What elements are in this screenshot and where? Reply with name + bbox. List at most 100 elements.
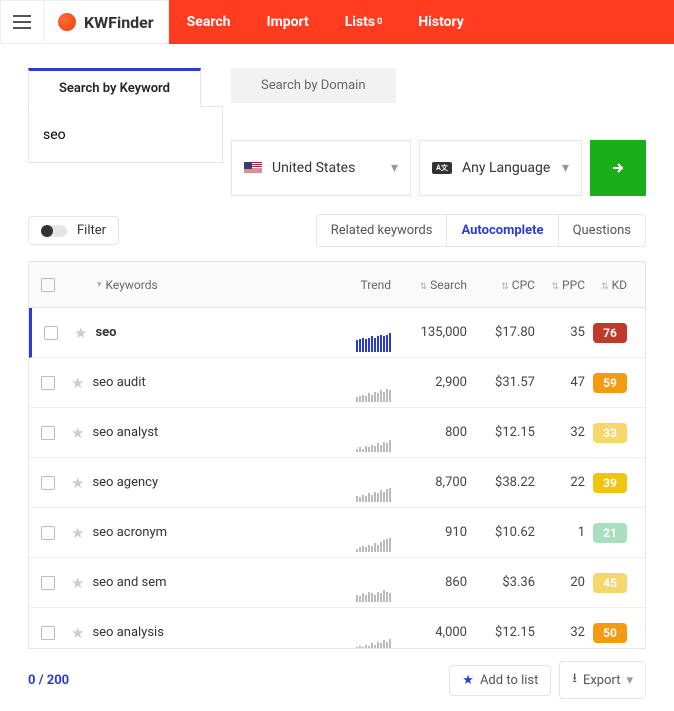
- table-row[interactable]: ★ seo 135,000 $17.80 35 76: [29, 308, 645, 358]
- kd-badge: 76: [593, 323, 627, 343]
- ppc-value: 1: [535, 525, 585, 540]
- pill-related[interactable]: Related keywords: [317, 215, 448, 246]
- kd-badge: 59: [593, 373, 627, 393]
- language-value: Any Language: [462, 160, 550, 176]
- trend-sparkline: [331, 580, 391, 602]
- col-cpc[interactable]: ⇅ CPC: [467, 278, 535, 292]
- star-icon[interactable]: ★: [71, 574, 84, 592]
- trend-sparkline: [331, 330, 391, 352]
- table-row[interactable]: ★ seo analysis 4,000 $12.15 32 50: [29, 608, 645, 648]
- kd-badge: 50: [593, 623, 627, 643]
- star-icon[interactable]: ★: [71, 524, 84, 542]
- trend-sparkline: [331, 530, 391, 552]
- kd-badge: 39: [593, 473, 627, 493]
- pill-questions[interactable]: Questions: [559, 215, 645, 246]
- ppc-value: 22: [535, 475, 585, 490]
- search-volume: 800: [391, 425, 467, 440]
- kd-badge: 33: [593, 423, 627, 443]
- location-select[interactable]: United States ▾: [231, 140, 411, 196]
- row-checkbox[interactable]: [41, 526, 55, 540]
- col-kd[interactable]: ⇅ KD: [585, 278, 645, 292]
- sort-icon: ⇅: [501, 282, 509, 292]
- results-table: ▾Keywords Trend ⇅ Search ⇅ CPC ⇅ PPC ⇅ K…: [28, 261, 646, 649]
- kd-badge: 21: [593, 523, 627, 543]
- star-icon[interactable]: ★: [71, 374, 84, 392]
- keyword-cell: seo audit: [84, 375, 331, 390]
- sort-icon: ⇅: [420, 282, 428, 292]
- add-to-list-button[interactable]: ★ Add to list: [449, 665, 551, 696]
- cpc-value: $10.62: [467, 525, 535, 540]
- ppc-value: 47: [535, 375, 585, 390]
- search-volume: 4,000: [391, 625, 467, 640]
- keyword-cell: seo analysis: [84, 625, 331, 640]
- col-trend[interactable]: Trend: [331, 278, 391, 292]
- star-icon[interactable]: ★: [74, 324, 87, 342]
- hamburger-icon: [13, 15, 31, 29]
- cpc-value: $3.36: [467, 575, 535, 590]
- menu-icon[interactable]: [0, 0, 44, 44]
- nav-import[interactable]: Import: [248, 0, 326, 44]
- search-volume: 135,000: [391, 325, 467, 340]
- ppc-value: 35: [535, 325, 585, 340]
- cpc-value: $12.15: [467, 425, 535, 440]
- row-checkbox[interactable]: [41, 626, 55, 640]
- brand-logo-icon: [58, 13, 76, 31]
- location-value: United States: [272, 160, 355, 176]
- cpc-value: $31.57: [467, 375, 535, 390]
- pill-autocomplete[interactable]: Autocomplete: [447, 215, 558, 246]
- trend-sparkline: [331, 430, 391, 452]
- col-ppc[interactable]: ⇅ PPC: [535, 278, 585, 292]
- keyword-cell: seo agency: [84, 475, 331, 490]
- keyword-cell: seo: [87, 325, 331, 340]
- trend-sparkline: [331, 380, 391, 402]
- kd-badge: 45: [593, 573, 627, 593]
- tab-search-keyword[interactable]: Search by Keyword: [28, 68, 201, 107]
- export-button[interactable]: ⭳ Export ▾: [559, 661, 646, 699]
- col-search[interactable]: ⇅ Search: [391, 278, 467, 292]
- table-row[interactable]: ★ seo and sem 860 $3.36 20 45: [29, 558, 645, 608]
- search-volume: 910: [391, 525, 467, 540]
- nav-lists[interactable]: Lists0: [327, 0, 401, 44]
- table-row[interactable]: ★ seo analyst 800 $12.15 32 33: [29, 408, 645, 458]
- row-checkbox[interactable]: [44, 326, 58, 340]
- nav-history[interactable]: History: [400, 0, 482, 44]
- row-checkbox[interactable]: [41, 576, 55, 590]
- language-icon: A文: [432, 162, 452, 174]
- selection-count: 0 / 200: [28, 673, 69, 688]
- star-icon[interactable]: ★: [71, 474, 84, 492]
- keyword-cell: seo acronym: [84, 525, 331, 540]
- filter-label: Filter: [77, 223, 106, 238]
- ppc-value: 20: [535, 575, 585, 590]
- language-select[interactable]: A文 Any Language ▾: [419, 140, 582, 196]
- toggle-icon: [41, 225, 67, 237]
- sort-icon: ⇅: [601, 282, 609, 292]
- sort-icon: ⇅: [552, 282, 560, 292]
- brand[interactable]: KWFinder: [44, 0, 169, 44]
- search-volume: 860: [391, 575, 467, 590]
- cpc-value: $38.22: [467, 475, 535, 490]
- table-row[interactable]: ★ seo acronym 910 $10.62 1 21: [29, 508, 645, 558]
- star-icon: ★: [462, 673, 474, 688]
- row-checkbox[interactable]: [41, 376, 55, 390]
- row-checkbox[interactable]: [41, 426, 55, 440]
- ppc-value: 32: [535, 425, 585, 440]
- keyword-cell: seo analyst: [84, 425, 331, 440]
- search-button[interactable]: [590, 140, 646, 196]
- star-icon[interactable]: ★: [71, 424, 84, 442]
- filter-toggle[interactable]: Filter: [28, 216, 119, 245]
- ppc-value: 32: [535, 625, 585, 640]
- chevron-down-icon: ▾: [391, 160, 398, 176]
- tab-search-domain[interactable]: Search by Domain: [231, 68, 396, 103]
- flag-us-icon: [244, 162, 262, 174]
- main-nav: Search Import Lists0 History: [169, 0, 674, 44]
- col-keywords[interactable]: ▾Keywords: [67, 278, 331, 292]
- nav-search[interactable]: Search: [169, 0, 249, 44]
- sort-desc-icon: ▾: [97, 280, 102, 290]
- chevron-down-icon: ▾: [626, 673, 633, 688]
- row-checkbox[interactable]: [41, 476, 55, 490]
- brand-name: KWFinder: [84, 13, 154, 32]
- table-row[interactable]: ★ seo agency 8,700 $38.22 22 39: [29, 458, 645, 508]
- table-row[interactable]: ★ seo audit 2,900 $31.57 47 59: [29, 358, 645, 408]
- search-volume: 8,700: [391, 475, 467, 490]
- select-all-checkbox[interactable]: [41, 278, 55, 292]
